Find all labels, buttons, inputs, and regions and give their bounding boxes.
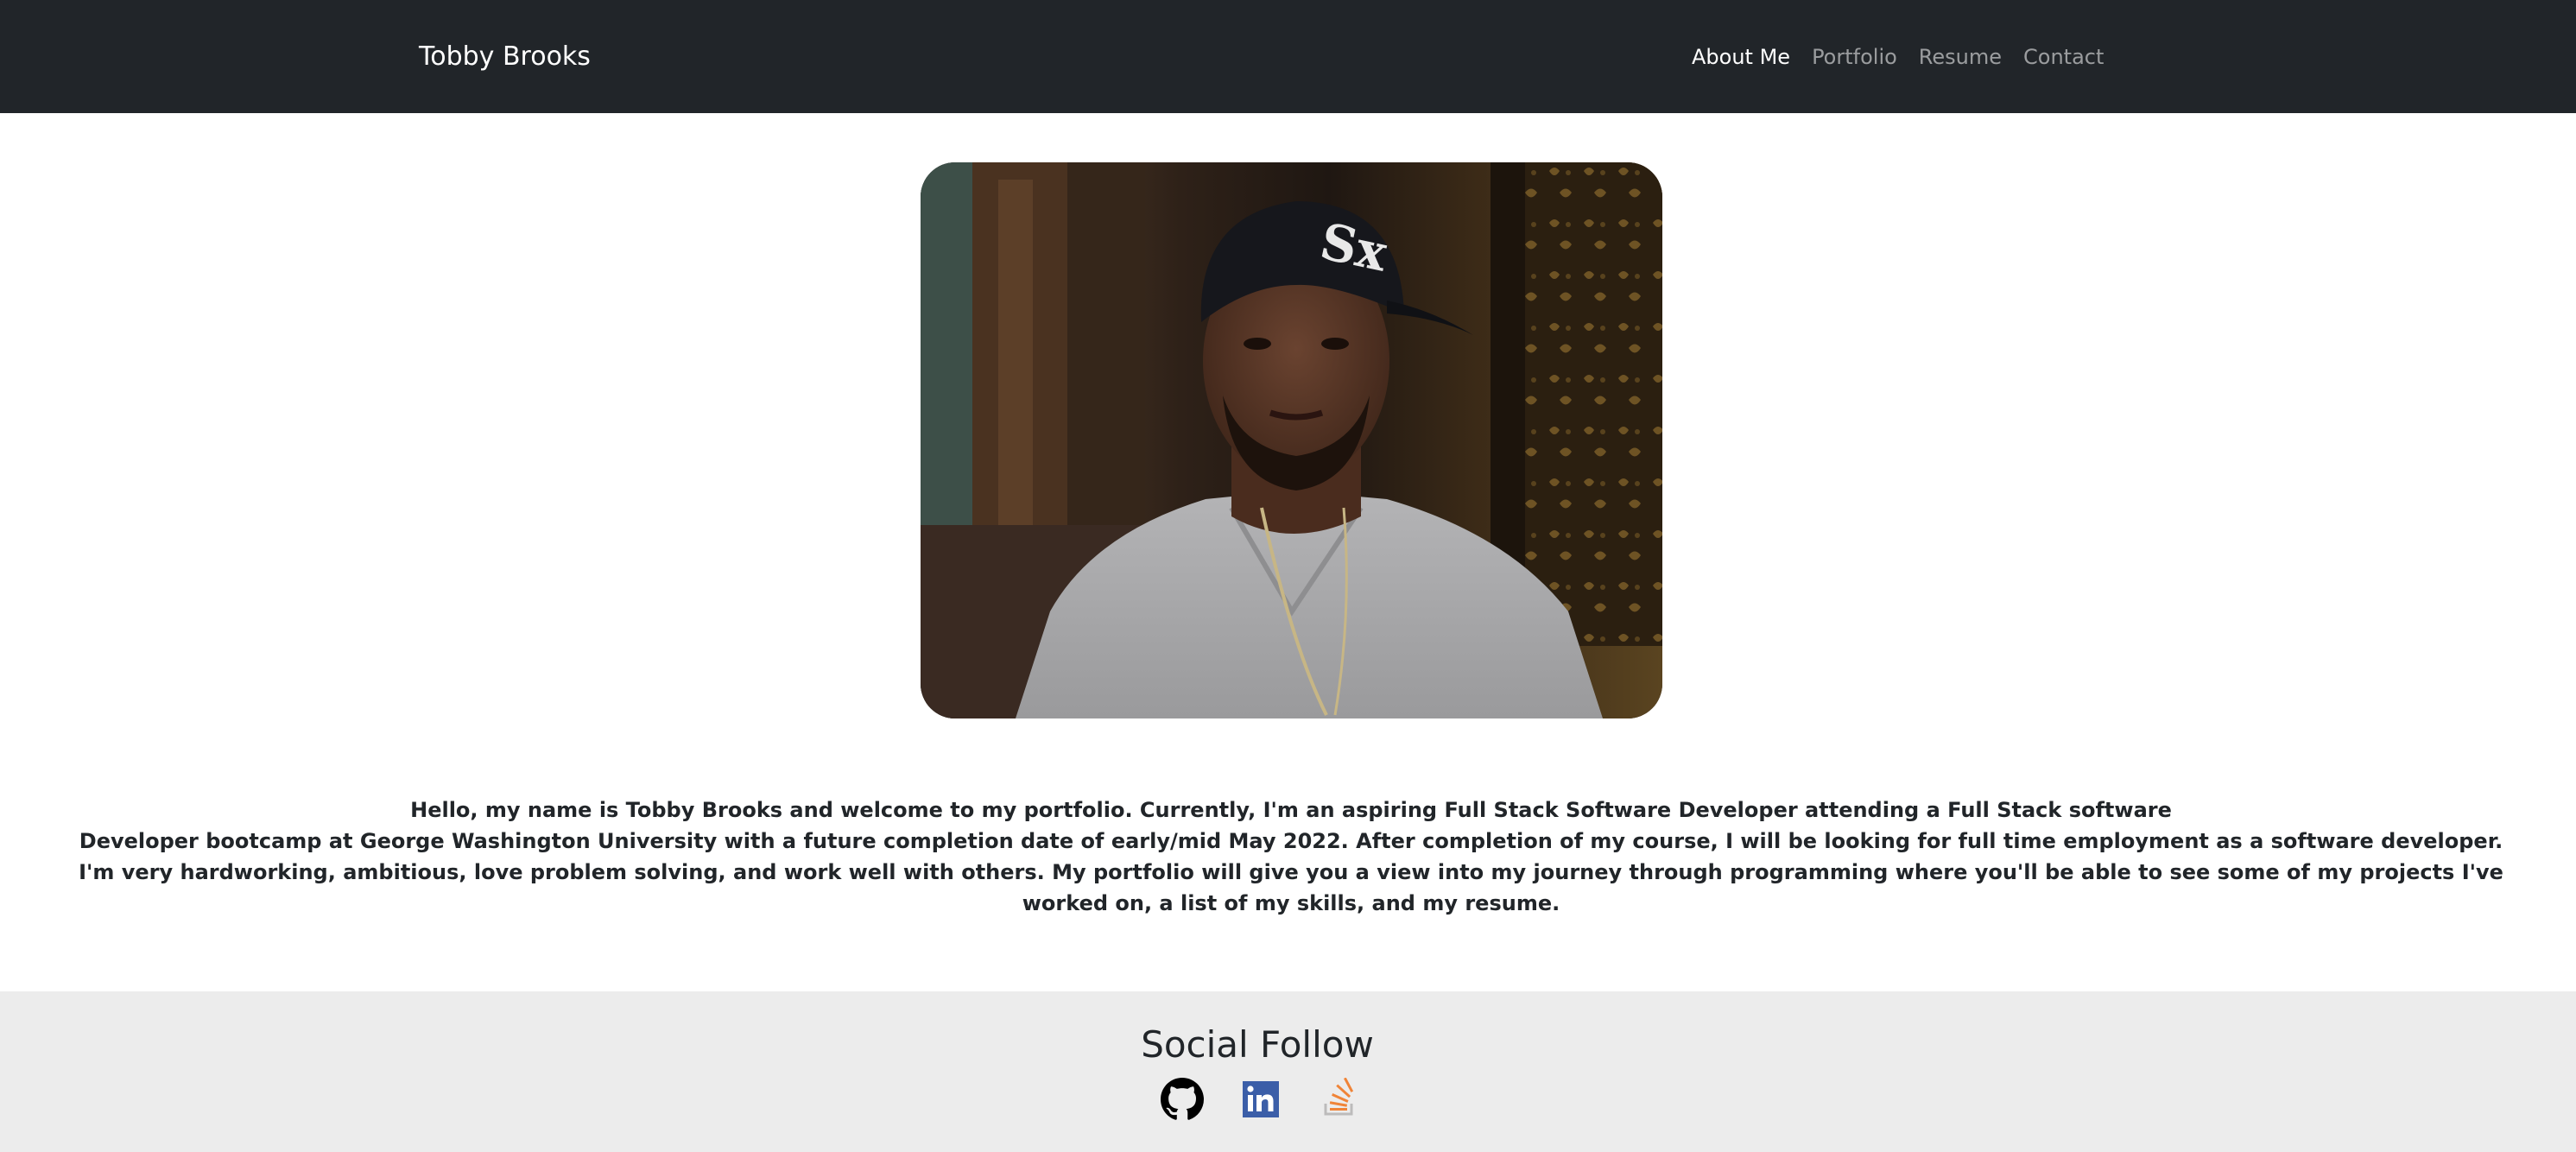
bio-line: I'm very hardworking, ambitious, love pr… — [79, 860, 2503, 915]
navbar: Tobby Brooks About Me Portfolio Resume C… — [0, 0, 2576, 113]
nav-link-portfolio[interactable]: Portfolio — [1812, 41, 1897, 73]
footer-title: Social Follow — [1141, 1023, 1374, 1066]
nav-link-resume[interactable]: Resume — [1919, 41, 2002, 73]
linkedin-icon — [1243, 1081, 1279, 1117]
stackoverflow-link[interactable] — [1318, 1077, 1361, 1121]
bio-line: Developer bootcamp at George Washington … — [79, 829, 2503, 853]
nav-links: About Me Portfolio Resume Contact — [1692, 41, 2104, 73]
linkedin-link[interactable] — [1239, 1078, 1282, 1121]
nav-link-contact[interactable]: Contact — [2023, 41, 2104, 73]
profile-photo: Sx — [921, 162, 1662, 718]
footer: Social Follow — [0, 991, 2576, 1152]
bio-line: Hello, my name is Tobby Brooks and welco… — [410, 798, 2172, 822]
github-link[interactable] — [1161, 1078, 1204, 1121]
brand-link[interactable]: Tobby Brooks — [419, 38, 591, 76]
social-links — [1161, 1077, 1361, 1121]
nav-link-about-me[interactable]: About Me — [1692, 41, 1790, 73]
stackoverflow-icon — [1324, 1077, 1354, 1116]
bio-text: Hello, my name is Tobby Brooks and welco… — [69, 794, 2513, 919]
github-icon — [1161, 1078, 1204, 1120]
